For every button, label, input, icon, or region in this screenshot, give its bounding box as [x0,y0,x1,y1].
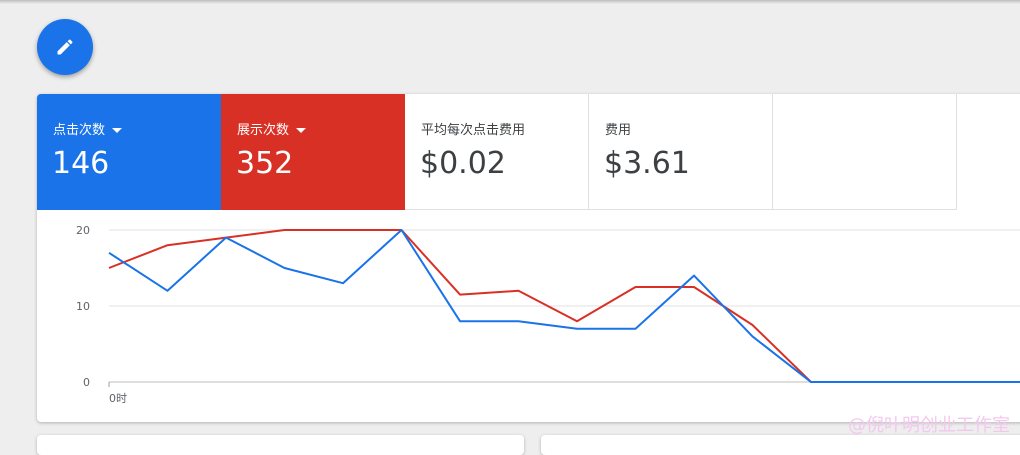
watermark: @倪叶明创业工作室 [848,415,1010,436]
top-shadow [0,0,1020,4]
pencil-icon [57,39,73,55]
performance-chart: 0 10 20 0时 [76,224,1020,405]
x-tick-label: 0时 [109,392,127,405]
bottom-card-right [541,435,1020,455]
performance-card: 点击次数 146 展示次数 352 平均每次点击费用 $0.02 费用 $3.6… [37,94,1020,422]
y-tick-label: 0 [83,376,90,389]
y-tick-label: 10 [76,300,90,313]
y-tick-label: 20 [76,224,90,237]
edit-button[interactable] [37,19,93,75]
bottom-card-left [37,435,524,455]
